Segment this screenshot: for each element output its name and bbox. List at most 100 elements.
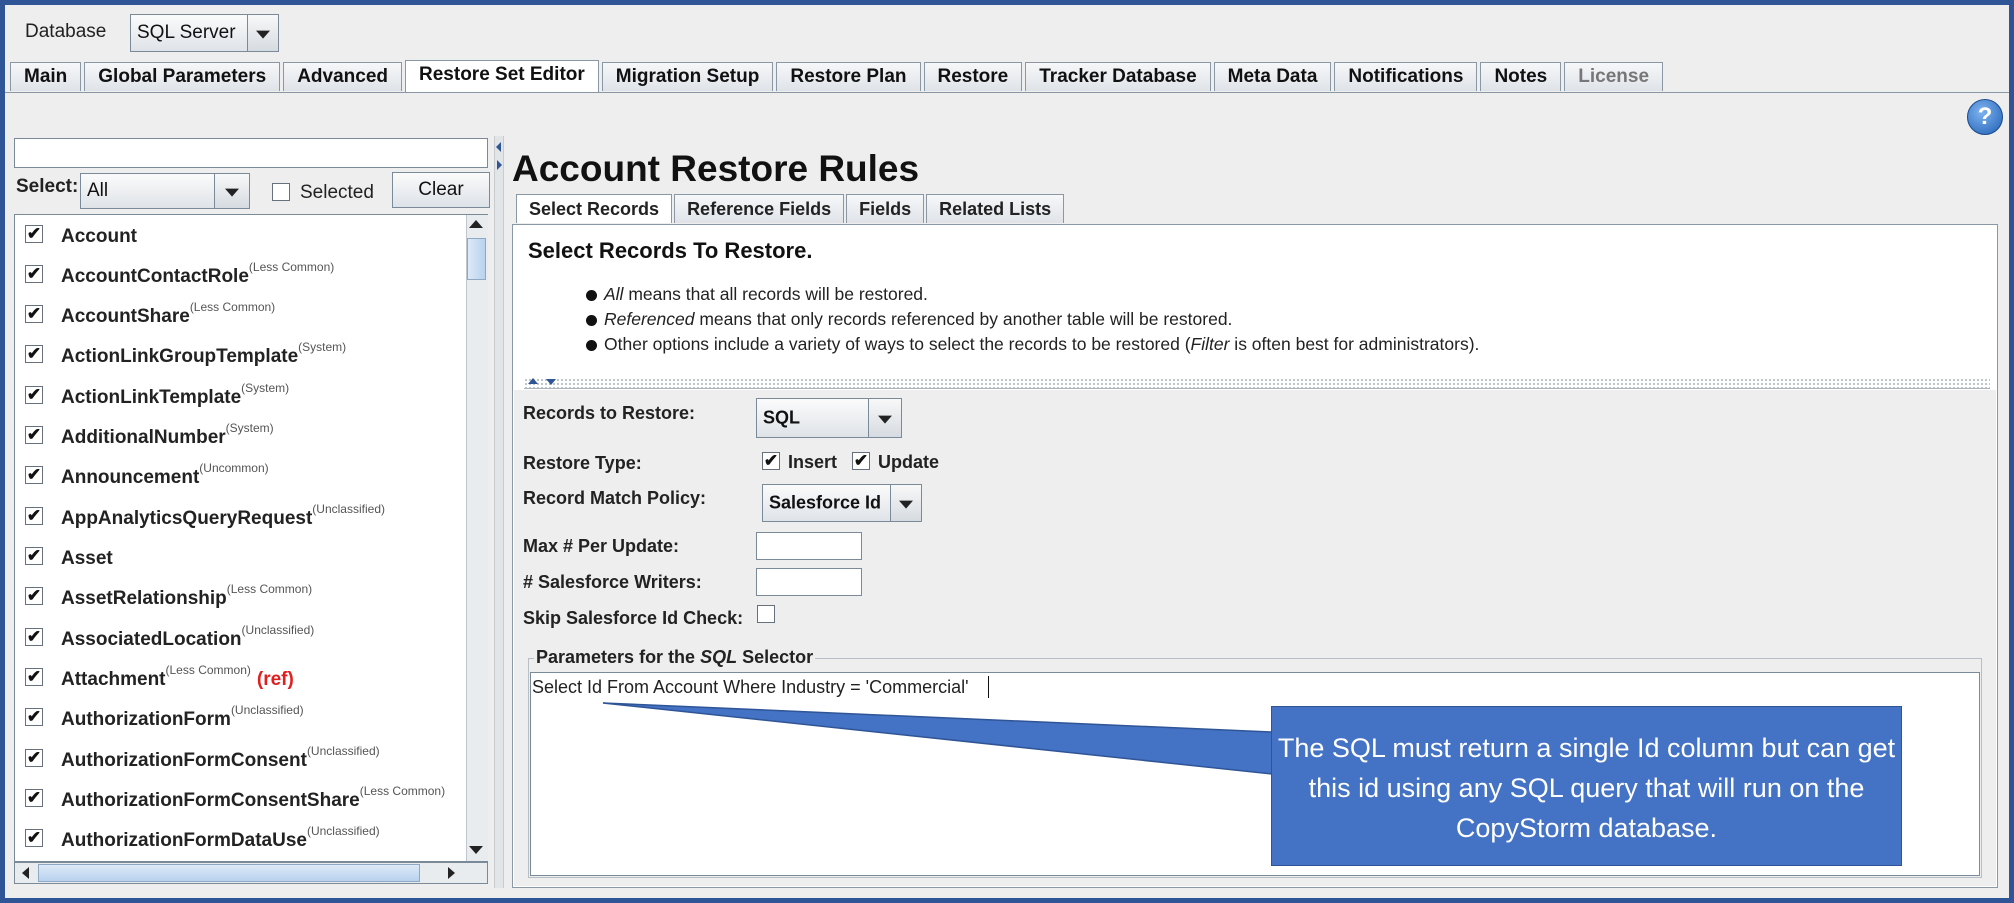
item-checkbox[interactable]: ✔ [25,265,43,283]
item-checkbox[interactable]: ✔ [25,507,43,525]
insert-label: Insert [788,452,838,472]
list-item[interactable]: ✔ AuthorizationFormConsent(Unclassified) [21,743,461,773]
horizontal-scroll-thumb[interactable] [38,864,420,882]
tab-global-parameters[interactable]: Global Parameters [84,62,281,91]
item-checkbox[interactable]: ✔ [25,345,43,363]
item-checkbox[interactable]: ✔ [25,426,43,444]
list-item[interactable]: ✔ AuthorizationFormDataUse(Unclassified) [21,823,461,853]
salesforce-writers-label: # Salesforce Writers: [523,572,702,592]
page-title: Account Restore Rules [512,148,920,189]
item-name: AuthorizationFormConsentShare [61,790,360,811]
item-name: Attachment [61,669,166,690]
item-checkbox[interactable]: ✔ [25,305,43,323]
list-item[interactable]: ✔ AccountContactRole(Less Common) [21,259,461,289]
params-em: SQL [700,647,738,667]
list-item[interactable]: ✔ Account [21,219,461,249]
max-per-update-input[interactable] [756,532,862,560]
list-item[interactable]: ✔ ActionLinkGroupTemplate(System) [21,339,461,369]
tab-select-records[interactable]: Select Records [516,194,673,223]
scroll-down-icon[interactable] [469,846,483,854]
scroll-up-icon[interactable] [469,220,483,228]
list-item[interactable]: ✔ AuthorizationForm(Unclassified) [21,702,461,732]
tab-meta-data[interactable]: Meta Data [1213,62,1332,91]
item-checkbox[interactable]: ✔ [25,386,43,404]
salesforce-writers-input[interactable] [756,568,862,596]
tab-restore-set-editor[interactable]: Restore Set Editor [405,60,599,92]
record-match-policy-select[interactable]: Salesforce Id [762,484,922,522]
expand-up-icon[interactable] [528,378,538,384]
selected-checkbox[interactable] [272,183,290,201]
item-checkbox[interactable]: ✔ [25,708,43,726]
update-checkbox[interactable]: ✔ [852,452,870,470]
list-item[interactable]: ✔ AuthorizationFormConsentShare(Less Comm… [21,783,461,813]
list-vertical-scrollbar[interactable] [466,215,488,861]
ref-badge: (ref) [256,669,294,690]
bullet-all: All means that all records will be resto… [586,284,928,305]
insert-checkbox[interactable]: ✔ [762,452,780,470]
bullet-text: is often best for administrators). [1229,334,1480,354]
scroll-left-icon[interactable] [22,867,29,879]
item-checkbox[interactable]: ✔ [25,749,43,767]
chevron-down-icon[interactable] [214,174,249,208]
chevron-down-icon[interactable] [868,399,901,437]
list-item[interactable]: ✔ ActionLinkTemplate(System) [21,380,461,410]
main-tabs: Main Global Parameters Advanced Restore … [10,60,1666,92]
list-item[interactable]: ✔ AssociatedLocation(Unclassified) [21,622,461,652]
records-to-restore-value: SQL [763,407,801,428]
tab-migration-setup[interactable]: Migration Setup [601,62,774,91]
collapse-left-icon[interactable] [496,142,501,152]
split-divider[interactable] [524,378,1990,389]
tab-fields[interactable]: Fields [846,194,925,223]
tab-tracker-database[interactable]: Tracker Database [1025,62,1211,91]
clear-button[interactable]: Clear [392,172,490,208]
bullet-referenced: Referenced means that only records refer… [586,309,1232,330]
tab-restore[interactable]: Restore [923,62,1023,91]
item-checkbox[interactable]: ✔ [25,587,43,605]
vertical-scroll-thumb[interactable] [467,238,486,280]
skip-id-check-checkbox[interactable] [757,605,775,623]
item-checkbox[interactable]: ✔ [25,628,43,646]
select-filter-dropdown[interactable]: All [80,173,250,209]
list-item[interactable]: ✔ AssetRelationship(Less Common) [21,581,461,611]
tab-main[interactable]: Main [10,62,82,91]
list-item[interactable]: ✔ AppAnalyticsQueryRequest(Unclassified) [21,501,461,531]
item-tag: (System) [225,421,274,435]
list-item[interactable]: ✔ Attachment(Less Common) (ref) [21,662,461,692]
database-select[interactable]: SQL Server [130,14,279,52]
item-checkbox[interactable]: ✔ [25,829,43,847]
list-item[interactable]: ✔ AccountShare(Less Common) [21,299,461,329]
tab-reference-fields[interactable]: Reference Fields [674,194,845,223]
list-item[interactable]: ✔ Asset [21,541,461,571]
chevron-down-icon[interactable] [890,485,921,521]
bullet-em: Filter [1190,334,1230,354]
expand-down-icon[interactable] [546,379,556,385]
item-checkbox[interactable]: ✔ [25,668,43,686]
item-tag: (Uncommon) [199,461,269,475]
record-match-policy-label: Record Match Policy: [523,488,707,508]
chevron-down-icon[interactable] [247,15,278,51]
tab-notifications[interactable]: Notifications [1334,62,1478,91]
help-icon[interactable]: ? [1967,99,2003,135]
tab-license[interactable]: License [1564,62,1664,91]
tab-advanced[interactable]: Advanced [283,62,403,91]
item-checkbox[interactable]: ✔ [25,225,43,243]
item-tag: (Unclassified) [230,703,304,717]
params-suffix: Selector [737,647,814,667]
item-name: Asset [61,548,113,569]
tab-notes[interactable]: Notes [1480,62,1562,91]
item-checkbox[interactable]: ✔ [25,547,43,565]
filter-input[interactable] [14,138,488,168]
tab-related-lists[interactable]: Related Lists [926,194,1065,223]
item-name: AssociatedLocation [61,629,242,650]
item-checkbox[interactable]: ✔ [25,789,43,807]
records-to-restore-select[interactable]: SQL [756,398,902,438]
record-match-policy-value: Salesforce Id [769,492,882,513]
list-item[interactable]: ✔ Announcement(Uncommon) [21,460,461,490]
collapse-right-icon[interactable] [497,160,502,170]
scroll-right-icon[interactable] [448,867,455,879]
tab-restore-plan[interactable]: Restore Plan [776,62,921,91]
item-checkbox[interactable]: ✔ [25,466,43,484]
panel-splitter[interactable] [494,136,504,888]
item-name: Announcement [61,467,200,488]
list-item[interactable]: ✔ AdditionalNumber(System) [21,420,461,450]
